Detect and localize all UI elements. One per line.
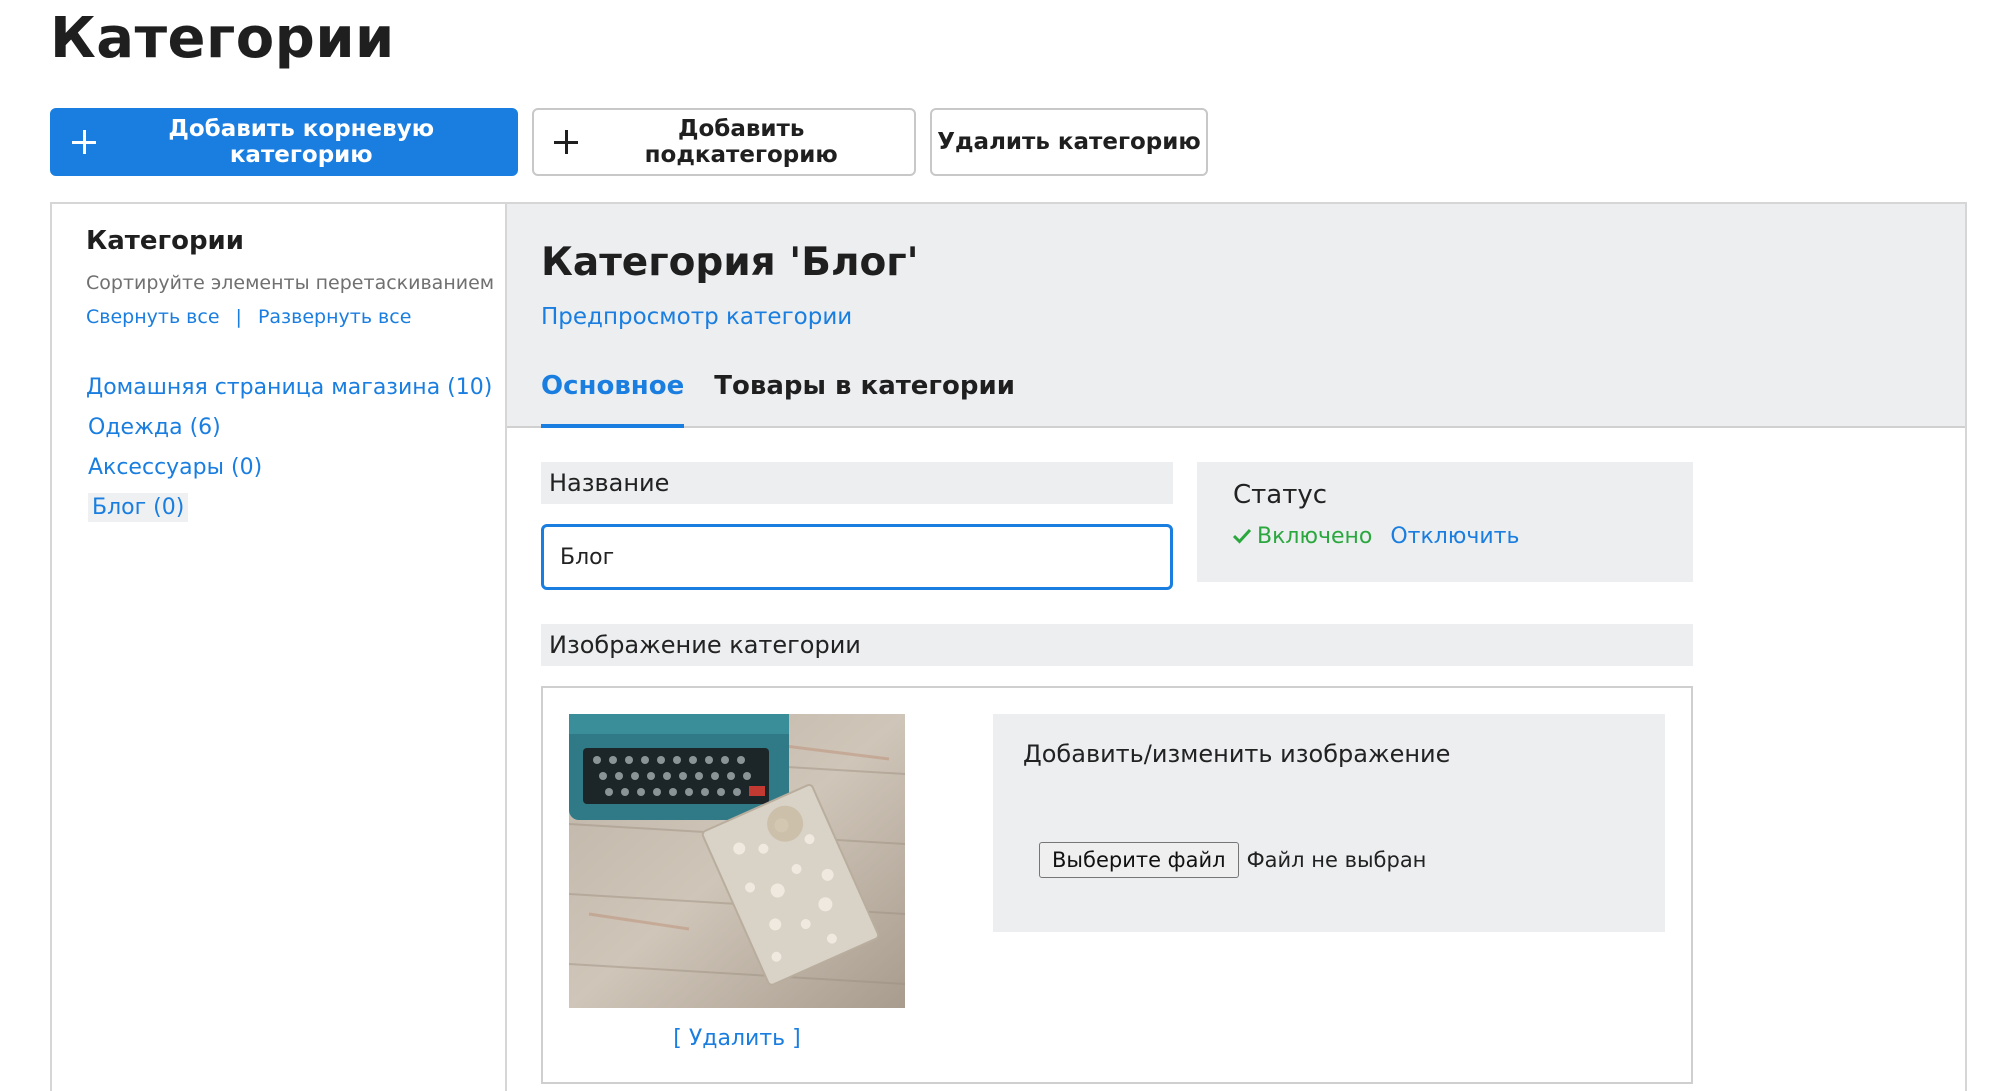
category-item-label: Блог (0) — [88, 493, 189, 522]
category-image — [569, 714, 905, 1008]
separator: | — [235, 306, 242, 328]
status-title: Статус — [1233, 480, 1328, 510]
typewriter-photo — [569, 714, 905, 1008]
upload-panel: Добавить/изменить изображение Выберите ф… — [993, 714, 1665, 932]
category-item-clothing[interactable]: Одежда (6) — [86, 408, 492, 448]
file-picker: Выберите файл Файл не выбран — [1039, 842, 1426, 878]
plus-icon — [554, 130, 579, 154]
status-row: Включено Отключить — [1232, 524, 1519, 549]
status-enabled-label: Включено — [1257, 524, 1373, 549]
file-status: Файл не выбран — [1246, 848, 1427, 872]
sidebar-title: Категории — [86, 226, 244, 256]
category-item-label: Домашняя страница магазина (10) — [86, 375, 493, 400]
sidebar-hint: Сортируйте элементы перетаскиванием — [86, 272, 495, 294]
category-details: Категория 'Блог' Предпросмотр категории … — [507, 204, 1965, 1091]
image-label: Изображение категории — [541, 624, 1693, 666]
category-sidebar: Категории Сортируйте элементы перетаскив… — [52, 204, 507, 1091]
delete-category-label: Удалить категорию — [937, 129, 1201, 155]
delete-image-link[interactable]: [ Удалить ] — [569, 1026, 905, 1051]
checkmark-icon — [1232, 528, 1252, 544]
category-item-label: Аксессуары (0) — [88, 455, 263, 480]
page-title: Категории — [50, 6, 395, 71]
collapse-all-link[interactable]: Свернуть все — [86, 306, 220, 328]
image-panel: [ Удалить ] Добавить/изменить изображени… — [541, 686, 1693, 1084]
choose-file-button[interactable]: Выберите файл — [1039, 842, 1239, 878]
details-header: Категория 'Блог' Предпросмотр категории … — [507, 204, 1965, 428]
category-item-home[interactable]: Домашняя страница магазина (10) — [86, 368, 492, 408]
delete-category-button[interactable]: Удалить категорию — [930, 108, 1208, 176]
category-tree: Домашняя страница магазина (10) Одежда (… — [86, 368, 492, 528]
add-subcategory-label: Добавить подкатегорию — [644, 116, 838, 168]
toolbar: Добавить корневую категорию Добавить под… — [50, 108, 1208, 176]
status-enabled: Включено — [1232, 524, 1373, 549]
tabs: Основное Товары в категории — [541, 366, 1015, 428]
name-input[interactable] — [541, 524, 1173, 590]
status-panel: Статус Включено Отключить — [1197, 462, 1693, 582]
add-root-category-button[interactable]: Добавить корневую категорию — [50, 108, 518, 176]
tab-general[interactable]: Основное — [541, 366, 685, 428]
category-item-accessories[interactable]: Аксессуары (0) — [86, 448, 492, 488]
tab-products[interactable]: Товары в категории — [714, 366, 1015, 428]
category-item-label: Одежда (6) — [88, 415, 221, 440]
tree-controls: Свернуть все | Развернуть все — [86, 306, 411, 328]
upload-title: Добавить/изменить изображение — [1023, 740, 1451, 768]
add-subcategory-button[interactable]: Добавить подкатегорию — [532, 108, 916, 176]
name-label: Название — [541, 462, 1173, 504]
disable-link[interactable]: Отключить — [1390, 524, 1519, 549]
add-root-category-label: Добавить корневую категорию — [168, 116, 435, 168]
category-item-blog[interactable]: Блог (0) — [86, 488, 492, 528]
preview-category-link[interactable]: Предпросмотр категории — [541, 304, 852, 330]
expand-all-link[interactable]: Развернуть все — [258, 306, 411, 328]
plus-icon — [72, 130, 97, 154]
category-heading: Категория 'Блог' — [541, 240, 919, 285]
category-editor-frame: Категории Сортируйте элементы перетаскив… — [50, 202, 1967, 1091]
